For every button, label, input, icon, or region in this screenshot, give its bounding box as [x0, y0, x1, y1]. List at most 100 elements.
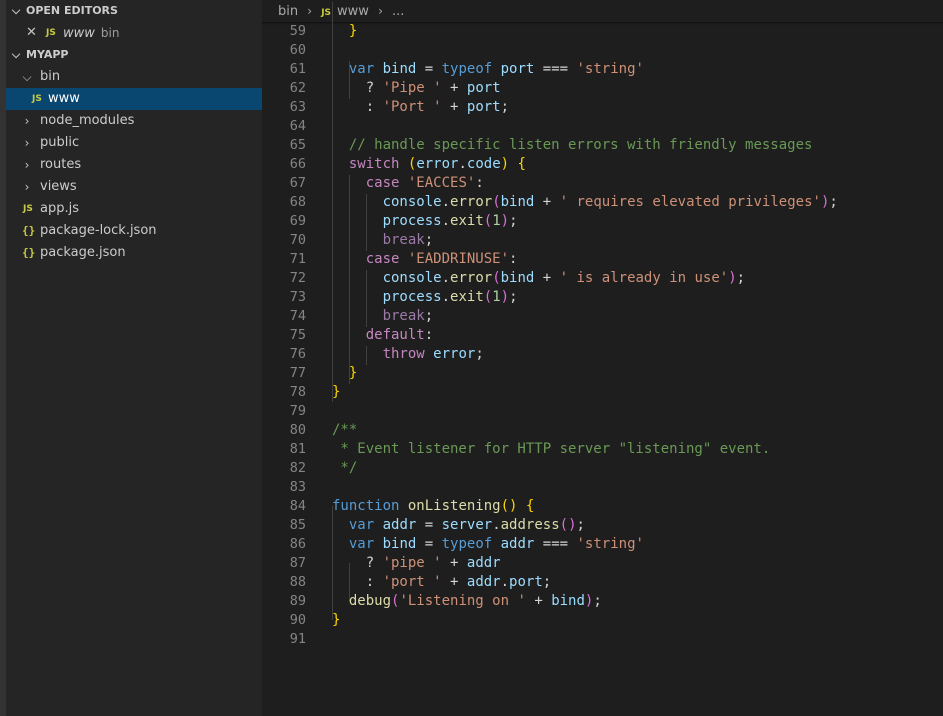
breadcrumb-symbol[interactable]: ...: [392, 1, 404, 23]
tree-file-www[interactable]: JS www: [6, 88, 262, 110]
code-line[interactable]: 88 : 'port ' + addr.port;: [262, 573, 943, 592]
code-line[interactable]: 68 console.error(bind + ' requires eleva…: [262, 193, 943, 212]
code-line[interactable]: 77 }: [262, 364, 943, 383]
code-line[interactable]: 82 */: [262, 459, 943, 478]
code-line[interactable]: 69 process.exit(1);: [262, 212, 943, 231]
tree-folder-views[interactable]: › views: [6, 176, 262, 198]
tree-item-label: routes: [40, 157, 82, 172]
code-text: }: [348, 23, 358, 39]
line-number: 78: [289, 384, 306, 400]
code-editor[interactable]: bin › JS www › ... 59 } 60 61 var bind = ty…: [262, 0, 943, 716]
code-line[interactable]: 76 throw error;: [262, 345, 943, 364]
code-line[interactable]: 63 : 'Port ' + port;: [262, 98, 943, 117]
project-header[interactable]: ⌵ MYAPP: [6, 44, 262, 66]
tree-folder-bin[interactable]: ⌵ bin: [6, 66, 262, 88]
tree-item-label: views: [40, 179, 77, 194]
line-number: 60: [289, 42, 306, 58]
line-number: 59: [289, 23, 306, 39]
code-text: case 'EACCES':: [365, 175, 484, 191]
line-number: 83: [289, 479, 306, 495]
line-number: 75: [289, 327, 306, 343]
open-editors-header[interactable]: ⌵ OPEN EDITORS: [6, 0, 262, 22]
breadcrumb-folder[interactable]: bin: [278, 1, 298, 23]
code-line[interactable]: 59 }: [262, 22, 943, 41]
line-number: 84: [289, 498, 306, 514]
tree-folder-public[interactable]: › public: [6, 132, 262, 154]
tree-item-label: package.json: [40, 245, 126, 260]
line-number: 66: [289, 156, 306, 172]
tree-file-package-json[interactable]: {} package.json: [6, 242, 262, 264]
line-number: 73: [289, 289, 306, 305]
line-number: 69: [289, 213, 306, 229]
code-line[interactable]: 73 process.exit(1);: [262, 288, 943, 307]
code-line[interactable]: 81 * Event listener for HTTP server "lis…: [262, 440, 943, 459]
code-line[interactable]: 65 // handle specific listen errors with…: [262, 136, 943, 155]
open-editor-item-www[interactable]: ✕ JS www bin: [6, 22, 262, 44]
tree-item-label: bin: [40, 69, 61, 84]
code-text: console.error(bind + ' requires elevated…: [382, 194, 838, 210]
code-text: throw error;: [382, 346, 484, 362]
code-line[interactable]: 84 function onListening() {: [262, 497, 943, 516]
code-text: }: [332, 612, 341, 628]
code-line[interactable]: 91: [262, 630, 943, 649]
code-line[interactable]: 70 break;: [262, 231, 943, 250]
line-number: 79: [289, 403, 306, 419]
code-line[interactable]: 90}: [262, 611, 943, 630]
line-number: 72: [289, 270, 306, 286]
code-text: process.exit(1);: [382, 289, 518, 305]
code-text: ? 'Pipe ' + port: [332, 80, 501, 96]
line-number: 82: [289, 460, 306, 476]
json-file-icon: {}: [22, 246, 36, 259]
breadcrumb-file[interactable]: www: [337, 1, 369, 23]
code-line[interactable]: 83: [262, 478, 943, 497]
code-text: ? 'pipe ' + addr: [332, 555, 501, 571]
code-line[interactable]: 67 case 'EACCES':: [262, 174, 943, 193]
code-line[interactable]: 66 switch (error.code) {: [262, 155, 943, 174]
code-line[interactable]: 80 /**: [262, 421, 943, 440]
tree-folder-node-modules[interactable]: › node_modules: [6, 110, 262, 132]
code-text: : 'port ' + addr.port;: [332, 574, 552, 590]
line-number: 80: [289, 422, 306, 438]
tree-item-label: node_modules: [40, 113, 135, 128]
tree-folder-routes[interactable]: › routes: [6, 154, 262, 176]
line-number: 81: [289, 441, 306, 457]
code-text: process.exit(1);: [382, 213, 518, 229]
line-number: 67: [289, 175, 306, 191]
code-text: var bind = typeof port === 'string': [348, 61, 644, 77]
code-text: */: [332, 460, 358, 476]
tree-file-app-js[interactable]: JS app.js: [6, 198, 262, 220]
code-line[interactable]: 86 var bind = typeof addr === 'string': [262, 535, 943, 554]
code-line[interactable]: 60: [262, 41, 943, 60]
code-line[interactable]: 71 case 'EADDRINUSE':: [262, 250, 943, 269]
code-line[interactable]: 64: [262, 117, 943, 136]
chevron-down-icon: ⌵: [11, 4, 21, 17]
code-text: var bind = typeof addr === 'string': [348, 536, 644, 552]
code-text: break;: [382, 232, 434, 248]
chevron-right-icon: ›: [24, 180, 30, 194]
close-icon[interactable]: ✕: [26, 22, 37, 44]
code-text: default:: [365, 327, 434, 343]
chevron-right-icon: ›: [24, 114, 30, 128]
code-text: }: [348, 365, 358, 381]
tree-file-package-lock-json[interactable]: {} package-lock.json: [6, 220, 262, 242]
code-line[interactable]: 61 var bind = typeof port === 'string': [262, 60, 943, 79]
code-line[interactable]: 62 ? 'Pipe ' + port: [262, 79, 943, 98]
code-line[interactable]: 78}: [262, 383, 943, 402]
line-number: 85: [289, 517, 306, 533]
code-line[interactable]: 87 ? 'pipe ' + addr: [262, 554, 943, 573]
line-number: 77: [289, 365, 306, 381]
code-line[interactable]: 74 break;: [262, 307, 943, 326]
code-line[interactable]: 72 console.error(bind + ' is already in …: [262, 269, 943, 288]
code-text: break;: [382, 308, 434, 324]
open-editor-filename: www: [63, 26, 95, 41]
code-line[interactable]: 75 default:: [262, 326, 943, 345]
line-number: 91: [289, 631, 306, 647]
line-number: 71: [289, 251, 306, 267]
chevron-right-icon: ›: [24, 158, 30, 172]
code-line[interactable]: 85 var addr = server.address();: [262, 516, 943, 535]
line-number: 74: [289, 308, 306, 324]
line-number: 89: [289, 593, 306, 609]
code-line[interactable]: 89 debug('Listening on ' + bind);: [262, 592, 943, 611]
chevron-down-icon: ⌵: [22, 70, 32, 84]
code-line[interactable]: 79: [262, 402, 943, 421]
